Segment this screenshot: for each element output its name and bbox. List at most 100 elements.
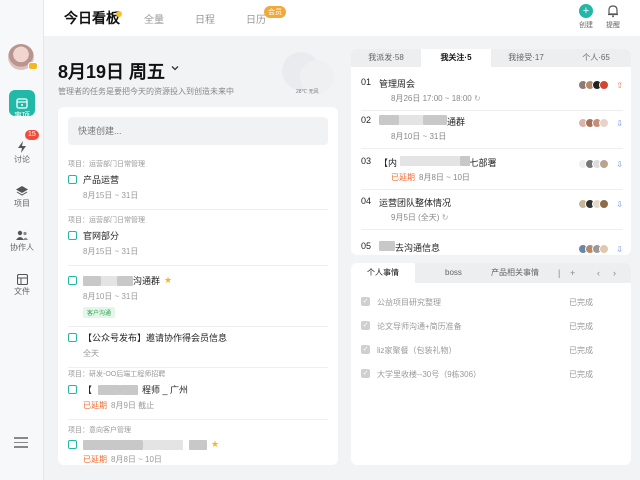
divider	[68, 265, 328, 266]
sidebar-item-tasks[interactable]: 事项	[0, 88, 44, 122]
task-item[interactable]: 【公众号发布】邀请协作得会员信息 全天	[68, 327, 328, 368]
redacted-text	[98, 384, 121, 395]
sidebar-item-discuss[interactable]: 15 讨论	[0, 130, 44, 165]
task-checkbox[interactable]	[68, 333, 77, 342]
task-item[interactable]: 项目：运营部门日常管理 官网部分 8月15日 ~ 31日	[68, 215, 328, 266]
divider	[361, 148, 623, 149]
late-label: 已延期	[391, 173, 415, 182]
todo-title: 大学里收楼--30号（9栋306）	[377, 370, 482, 379]
sidebar-item-label: 事项	[14, 111, 30, 120]
redacted-text	[399, 115, 423, 125]
task-project: 项目：意向客户管理	[68, 427, 131, 434]
avatar-group	[578, 80, 609, 90]
chevron-down-icon[interactable]	[171, 64, 179, 72]
weather-widget: 28℃ 无风	[282, 52, 336, 100]
star-icon[interactable]: ★	[164, 275, 172, 286]
repeat-icon: ↻	[473, 94, 481, 103]
task-item[interactable]: 项目：运营部门日常管理 产品运营 8月15日 ~ 31日	[68, 159, 328, 210]
task-name: 产品运营	[83, 175, 120, 185]
follow-panel: 我派发·58 我关注·5 我接受·17 个人·65 01 管理周会 8月26日 …	[351, 49, 631, 255]
checked-checkbox[interactable]: ✓	[361, 369, 370, 378]
todo-status: 已完成	[569, 298, 593, 307]
priority-down-icon: ⇩	[616, 245, 623, 254]
tab-calendar[interactable]: 日历	[246, 11, 266, 26]
notification-dot-icon	[116, 11, 122, 17]
tab-all[interactable]: 全量	[144, 11, 164, 26]
item-number: 04	[361, 196, 372, 206]
quick-create-input[interactable]	[68, 117, 328, 145]
task-date: 8月8日 ~ 10日	[111, 455, 162, 464]
create-button[interactable]: + 创建	[572, 4, 600, 30]
divider	[361, 229, 623, 230]
task-checkbox[interactable]	[68, 276, 77, 285]
tab-personal[interactable]: 个人·65	[561, 49, 631, 67]
chevron-left-icon[interactable]: ‹	[597, 263, 600, 283]
sidebar-item-files[interactable]: 文件	[0, 266, 44, 297]
todo-item[interactable]: ✓ liz家聚餐（包装礼物） 已完成	[361, 343, 623, 357]
star-icon[interactable]: ★	[211, 439, 219, 450]
menu-icon[interactable]	[14, 437, 28, 451]
plus-icon: +	[579, 4, 593, 18]
checked-checkbox[interactable]: ✓	[361, 297, 370, 306]
tab-following[interactable]: 我关注·5	[421, 49, 491, 67]
checked-checkbox[interactable]: ✓	[361, 345, 370, 354]
todo-title: liz家聚餐（包装礼物）	[377, 346, 457, 355]
divider	[68, 209, 328, 210]
item-title: 运营团队整体情况	[379, 198, 452, 208]
redacted-text	[83, 275, 101, 286]
today-task-list: 项目：运营部门日常管理 产品运营 8月15日 ~ 31日 项目：运营部门日常管理…	[58, 107, 338, 465]
item-time: 8月26日 17:00 ~ 18:00	[391, 94, 472, 103]
sidebar-item-projects[interactable]: 项目	[0, 178, 44, 209]
tab-accepted[interactable]: 我接受·17	[491, 49, 561, 67]
chevron-right-icon[interactable]: ›	[613, 263, 616, 283]
todo-tabs: 个人事情 boss 产品相关事情 | + ‹ ›	[351, 263, 631, 283]
task-name: 【公众号发布】邀请协作得会员信息	[83, 333, 228, 343]
remind-button[interactable]: 提醒	[599, 4, 627, 30]
avatar-group	[578, 118, 609, 128]
redacted-text	[143, 439, 183, 450]
tab-schedule[interactable]: 日程	[195, 11, 215, 26]
task-checkbox[interactable]	[68, 440, 77, 449]
task-date: 8月9日 截止	[111, 401, 155, 410]
task-date: 8月15日 ~ 31日	[83, 191, 139, 200]
tab-boss[interactable]: boss	[445, 263, 462, 283]
todo-item[interactable]: ✓ 大学里收楼--30号（9栋306） 已完成	[361, 367, 623, 381]
top-bar: 今日看板 全量 日程 日历 会员 + 创建 提醒	[44, 0, 640, 36]
tab-product-matters[interactable]: 产品相关事情	[491, 263, 539, 283]
todo-item[interactable]: ✓ 论文导师沟通+简历准备 已完成	[361, 319, 623, 333]
priority-down-icon: ⇩	[616, 119, 623, 128]
page-subtitle: 管理者的任务是要把今天的资源投入到创造未来中	[58, 87, 234, 96]
tab-dispatched[interactable]: 我派发·58	[351, 49, 421, 67]
sidebar-item-label: 协作人	[10, 243, 34, 252]
sidebar-item-collaborators[interactable]: 协作人	[0, 222, 44, 253]
todo-item[interactable]: ✓ 公益项目研究整理 已完成	[361, 295, 623, 309]
checked-checkbox[interactable]: ✓	[361, 321, 370, 330]
task-checkbox[interactable]	[68, 175, 77, 184]
task-item[interactable]: 沟通群 ★ 8月10日 ~ 31日 客户沟通	[68, 270, 328, 327]
item-title: 七部署	[469, 158, 497, 168]
redacted-text	[117, 275, 133, 286]
tab-personal-matters[interactable]: 个人事情	[351, 263, 415, 283]
repeat-icon: ↻	[441, 213, 449, 222]
divider	[68, 367, 328, 368]
task-date: 8月15日 ~ 31日	[83, 247, 139, 256]
task-checkbox[interactable]	[68, 231, 77, 240]
task-date: 全天	[83, 349, 99, 358]
tab-separator: |	[558, 268, 561, 278]
redacted-text	[399, 156, 460, 166]
todo-status: 已完成	[569, 370, 593, 379]
item-title: 去沟通信息	[395, 243, 441, 253]
task-date: 8月10日 ~ 31日	[83, 292, 139, 301]
redacted-text	[120, 384, 139, 395]
add-tab-button[interactable]: +	[570, 263, 575, 283]
tab-today-board[interactable]: 今日看板	[64, 8, 120, 28]
todo-panel: 个人事情 boss 产品相关事情 | + ‹ › ✓ 公益项目研究整理 已完成 …	[351, 263, 631, 465]
todo-title: 论文导师沟通+简历准备	[377, 322, 462, 331]
task-item[interactable]: 项目：意向客户管理 ★ 已延期 8月8日 ~ 10日	[68, 425, 328, 465]
task-checkbox[interactable]	[68, 385, 77, 394]
divider	[361, 110, 623, 111]
task-item[interactable]: 项目：研发-OO后端工程师招聘 【 程师 _ 广州 已延期 8月9日 截止	[68, 369, 328, 420]
item-title: 【内	[379, 158, 398, 168]
item-time: 9月5日 (全天)	[391, 213, 440, 222]
late-label: 已延期	[83, 401, 107, 410]
